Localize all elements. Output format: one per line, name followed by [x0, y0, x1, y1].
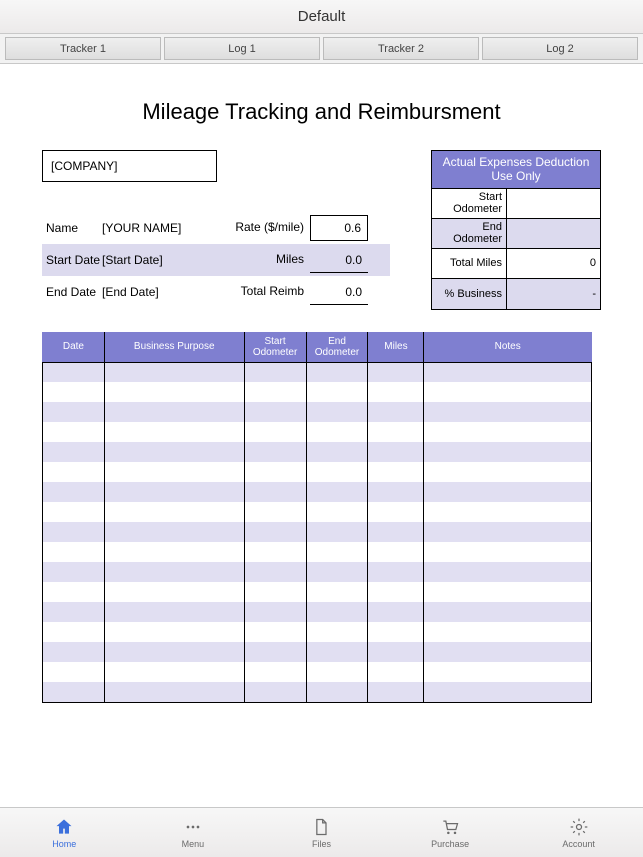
start-date-label: Start Date: [42, 253, 102, 267]
tab-bar: Tracker 1 Log 1 Tracker 2 Log 2: [0, 34, 643, 64]
rate-label: Rate ($/mile): [222, 221, 310, 234]
nav-menu[interactable]: Menu: [129, 808, 258, 857]
nav-files-label: Files: [312, 839, 331, 849]
top-bar: Default: [0, 0, 643, 34]
col-purpose: Business Purpose: [104, 332, 244, 363]
nav-home[interactable]: Home: [0, 808, 129, 857]
actual-start-odo-label: Start Odometer: [432, 189, 507, 219]
actual-expenses-box: Actual Expenses Deduction Use Only Start…: [431, 150, 601, 310]
table-row[interactable]: [43, 442, 592, 462]
table-row[interactable]: [43, 522, 592, 542]
info-left: [COMPANY] Name [YOUR NAME] Rate ($/mile)…: [42, 150, 390, 308]
nav-purchase[interactable]: Purchase: [386, 808, 515, 857]
tab-log-1[interactable]: Log 1: [164, 37, 320, 60]
nav-menu-label: Menu: [182, 839, 205, 849]
table-row[interactable]: [43, 422, 592, 442]
tab-log-2[interactable]: Log 2: [482, 37, 638, 60]
start-date-value[interactable]: [Start Date]: [102, 253, 222, 267]
table-row[interactable]: [43, 562, 592, 582]
actual-header: Actual Expenses Deduction Use Only: [432, 151, 600, 189]
actual-pct-business-label: % Business: [432, 279, 507, 309]
miles-value: 0.0: [310, 247, 368, 273]
menu-icon: [183, 817, 203, 837]
cart-icon: [440, 817, 460, 837]
table-row[interactable]: [43, 482, 592, 502]
name-value[interactable]: [YOUR NAME]: [102, 221, 222, 235]
end-date-label: End Date: [42, 285, 102, 299]
table-row[interactable]: [43, 462, 592, 482]
table-row[interactable]: [43, 362, 592, 382]
top-bar-title: Default: [298, 8, 346, 25]
table-row[interactable]: [43, 542, 592, 562]
table-row[interactable]: [43, 502, 592, 522]
end-date-value[interactable]: [End Date]: [102, 285, 222, 299]
table-row[interactable]: [43, 642, 592, 662]
gear-icon: [569, 817, 589, 837]
home-icon: [54, 817, 74, 837]
col-date: Date: [43, 332, 105, 363]
bottom-nav: Home Menu Files Purchase Account: [0, 807, 643, 857]
table-row[interactable]: [43, 402, 592, 422]
actual-end-odo-value[interactable]: [507, 219, 600, 249]
nav-account[interactable]: Account: [514, 808, 643, 857]
table-row[interactable]: [43, 682, 592, 702]
company-field[interactable]: [COMPANY]: [42, 150, 217, 182]
total-reimb-label: Total Reimb: [222, 285, 310, 298]
page-title: Mileage Tracking and Reimbursment: [42, 99, 601, 125]
col-miles: Miles: [368, 332, 424, 363]
col-end-odo: End Odometer: [306, 332, 368, 363]
nav-purchase-label: Purchase: [431, 839, 469, 849]
log-table: Date Business Purpose Start Odometer End…: [42, 332, 592, 703]
table-row[interactable]: [43, 662, 592, 682]
actual-start-odo-value[interactable]: [507, 189, 600, 219]
col-notes: Notes: [424, 332, 592, 363]
table-row[interactable]: [43, 602, 592, 622]
actual-total-miles-value: 0: [507, 249, 600, 279]
nav-home-label: Home: [52, 839, 76, 849]
file-icon: [311, 817, 331, 837]
miles-label: Miles: [222, 253, 310, 266]
actual-pct-business-value: -: [507, 279, 600, 309]
tab-tracker-1[interactable]: Tracker 1: [5, 37, 161, 60]
name-label: Name: [42, 221, 102, 235]
tab-tracker-2[interactable]: Tracker 2: [323, 37, 479, 60]
actual-total-miles-label: Total Miles: [432, 249, 507, 279]
actual-end-odo-label: End Odometer: [432, 219, 507, 249]
table-row[interactable]: [43, 622, 592, 642]
table-row[interactable]: [43, 582, 592, 602]
total-reimb-value: 0.0: [310, 279, 368, 305]
document: Mileage Tracking and Reimbursment [COMPA…: [0, 64, 643, 713]
nav-account-label: Account: [562, 839, 595, 849]
table-row[interactable]: [43, 382, 592, 402]
nav-files[interactable]: Files: [257, 808, 386, 857]
col-start-odo: Start Odometer: [244, 332, 306, 363]
rate-value[interactable]: 0.6: [310, 215, 368, 241]
